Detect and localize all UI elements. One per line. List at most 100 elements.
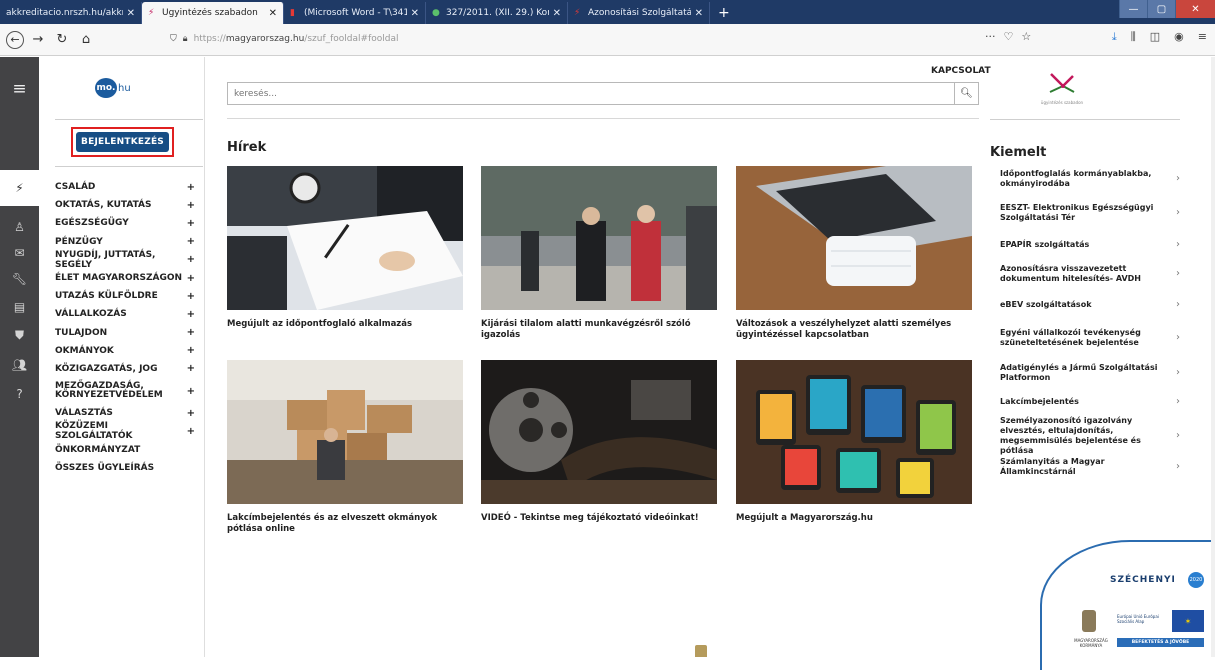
expand-plus-icon[interactable]: +	[187, 291, 195, 302]
close-icon[interactable]: ✕	[695, 8, 703, 19]
browser-tab-5[interactable]: ⚡ Azonosítási Szolgáltatások ✕	[568, 2, 710, 24]
expand-plus-icon[interactable]: +	[187, 327, 195, 338]
expand-plus-icon[interactable]: +	[187, 426, 195, 437]
featured-label: EESZT- Elektronikus Egészségügyi Szolgál…	[1000, 203, 1154, 222]
page-scrollbar[interactable]	[1211, 57, 1215, 657]
id-card-icon[interactable]: ▤	[0, 297, 39, 317]
minimize-icon[interactable]: —	[1119, 0, 1147, 18]
account-icon[interactable]: ◉	[1174, 30, 1184, 44]
featured-item[interactable]: Egyéni vállalkozói tevékenység szünetelt…	[1000, 320, 1180, 356]
featured-item[interactable]: Adatigénylés a Jármű Szolgáltatási Platf…	[1000, 356, 1180, 390]
browser-tab-1[interactable]: akkreditacio.nrszh.hu/akkred/kereső ✕	[0, 2, 142, 24]
news-card-3[interactable]: Változások a veszélyhelyzet alatti szemé…	[736, 166, 972, 341]
news-card-1[interactable]: Megújult az időpontfoglaló alkalmazás	[227, 166, 463, 330]
category-item[interactable]: MEZŐGAZDASÁG, KÖRNYEZETVÉDELEM +	[55, 378, 195, 404]
category-item[interactable]: CSALÁD +	[55, 178, 195, 196]
category-item[interactable]: OKMÁNYOK +	[55, 342, 195, 360]
expand-plus-icon[interactable]: +	[187, 408, 195, 419]
category-item[interactable]: ÖSSZES ÜGYLEÍRÁS	[55, 459, 195, 477]
download-icon[interactable]: ⤓	[1112, 30, 1117, 44]
browser-tab-bar: akkreditacio.nrszh.hu/akkred/kereső ✕ ⚡ …	[0, 0, 1215, 24]
divider	[55, 166, 203, 167]
close-icon[interactable]: ✕	[269, 8, 277, 19]
category-item[interactable]: UTAZÁS KÜLFÖLDRE +	[55, 287, 195, 305]
expand-plus-icon[interactable]: +	[187, 345, 195, 356]
bookmark-star-icon[interactable]: ☆	[1021, 30, 1031, 43]
category-item[interactable]: KÖZÜZEMI SZOLGÁLTATÓK +	[55, 421, 195, 441]
expand-plus-icon[interactable]: +	[187, 236, 195, 247]
featured-item[interactable]: Azonosításra visszavezetett dokumentum h…	[1000, 258, 1180, 290]
more-icon[interactable]: ···	[985, 30, 996, 43]
featured-item[interactable]: Személyazonosító igazolvány elvesztés, e…	[1000, 414, 1180, 458]
category-item[interactable]: PÉNZÜGY +	[55, 233, 195, 251]
search-icon: 🔍︎	[960, 88, 973, 99]
expand-plus-icon[interactable]: +	[187, 254, 195, 265]
news-card-4[interactable]: Lakcímbejelentés és az elveszett okmányo…	[227, 360, 463, 535]
pocket-icon[interactable]: ♡	[1004, 30, 1014, 43]
category-item[interactable]: EGÉSZSÉGÜGY +	[55, 214, 195, 232]
featured-item[interactable]: eBEV szolgáltatások ›	[1000, 290, 1180, 320]
browser-tab-2[interactable]: ⚡ Ügyintézés szabadon ✕	[142, 2, 284, 24]
mail-icon[interactable]: ✉	[0, 243, 39, 263]
ugy-logo-icon[interactable]: ⚡	[0, 178, 39, 198]
search-button[interactable]: 🔍︎	[954, 83, 978, 104]
category-item[interactable]: ÉLET MAGYARORSZÁGON +	[55, 269, 195, 287]
news-card-2[interactable]: Kijárási tilalom alatti munkavégzésről s…	[481, 166, 717, 341]
new-tab-button[interactable]: +	[710, 2, 738, 24]
category-item[interactable]: OKTATÁS, KUTATÁS +	[55, 196, 195, 214]
maximize-icon[interactable]: ▢	[1147, 0, 1175, 18]
home-icon[interactable]: ⌂	[76, 30, 96, 50]
mo-hu-logo[interactable]: mo. hu	[95, 77, 141, 99]
expand-plus-icon[interactable]: +	[187, 200, 195, 211]
search-input[interactable]	[228, 88, 954, 99]
category-label: OKMÁNYOK	[55, 345, 114, 356]
shield-icon[interactable]: ⛊	[0, 325, 39, 345]
menu-icon[interactable]: ≡	[1198, 30, 1207, 44]
szechenyi-2020-badge[interactable]: SZÉCHENYI 2020 Európai Unió Európai Szoc…	[1040, 540, 1215, 670]
back-arrow-icon[interactable]: ←	[6, 30, 24, 49]
featured-item[interactable]: Időpontfoglalás kormányablakba, okmányir…	[1000, 164, 1180, 194]
close-icon[interactable]: ✕	[411, 8, 419, 19]
expand-plus-icon[interactable]: +	[187, 218, 195, 229]
library-icon[interactable]: ⫼	[1131, 30, 1136, 44]
sidebar-icon[interactable]: ◫	[1150, 30, 1160, 44]
expand-plus-icon[interactable]: +	[187, 363, 195, 374]
toolbar-icons: ⤓ ⫼ ◫ ◉ ≡	[1112, 30, 1215, 44]
category-item[interactable]: NYUGDÍJ, JUTTATÁS, SEGÉLY +	[55, 250, 195, 270]
expand-plus-icon[interactable]: +	[187, 309, 195, 320]
featured-item[interactable]: EPAPÍR szolgáltatás ›	[1000, 232, 1180, 258]
expand-plus-icon[interactable]: +	[187, 182, 195, 193]
featured-item[interactable]: EESZT- Elektronikus Egészségügyi Szolgál…	[1000, 194, 1180, 232]
news-caption: Változások a veszélyhelyzet alatti szemé…	[736, 319, 952, 340]
category-item[interactable]: KÖZIGAZGATÁS, JOG +	[55, 360, 195, 378]
help-icon[interactable]: ?	[0, 384, 39, 404]
user-icon[interactable]: ♙	[0, 217, 39, 237]
news-card-6[interactable]: Megújult a Magyarország.hu	[736, 360, 972, 524]
news-card-5[interactable]: VIDEÓ - Tekintse meg tájékoztató videóin…	[481, 360, 717, 524]
featured-item[interactable]: Lakcímbejelentés ›	[1000, 390, 1180, 414]
url-bar[interactable]: ⛉ 🔒︎ https://magyarorszag.hu/szuf_foolda…	[170, 28, 980, 50]
ugyintezes-logo[interactable]: ügyintézés szabadon	[1017, 70, 1107, 112]
login-button[interactable]: BEJELENTKEZÉS	[76, 132, 169, 152]
expand-plus-icon[interactable]: +	[187, 273, 195, 284]
close-icon[interactable]: ✕	[127, 8, 135, 19]
expand-plus-icon[interactable]: +	[187, 386, 195, 396]
browser-tab-3[interactable]: ▮ (Microsoft Word - T\341\351\... ✕	[284, 2, 426, 24]
window-close-icon[interactable]: ✕	[1175, 0, 1215, 18]
featured-label: EPAPÍR szolgáltatás	[1000, 240, 1090, 249]
forward-arrow-icon[interactable]: →	[28, 30, 48, 50]
category-item[interactable]: ÖNKORMÁNYZAT	[55, 440, 195, 458]
browser-tab-4[interactable]: ● 327/2011. (XII. 29.) Korm. rendelet ✕	[426, 2, 568, 24]
wrench-icon[interactable]: 🔧︎	[0, 269, 39, 289]
eu-flag-icon: ✶	[1172, 610, 1204, 632]
hamburger-menu-icon[interactable]: ≡	[0, 79, 39, 99]
category-item[interactable]: TULAJDON +	[55, 324, 195, 342]
people-icon[interactable]: 👥︎	[0, 355, 39, 375]
category-item[interactable]: VÁLLALKOZÁS +	[55, 305, 195, 323]
contact-link[interactable]: KAPCSOLAT	[931, 66, 991, 76]
close-icon[interactable]: ✕	[553, 8, 561, 19]
reload-icon[interactable]: ↻	[52, 30, 72, 50]
featured-item[interactable]: Számlanyitás a Magyar Államkincstárnál ›	[1000, 457, 1180, 476]
category-label: CSALÁD	[55, 182, 96, 193]
category-item[interactable]: VÁLASZTÁS +	[55, 404, 195, 422]
